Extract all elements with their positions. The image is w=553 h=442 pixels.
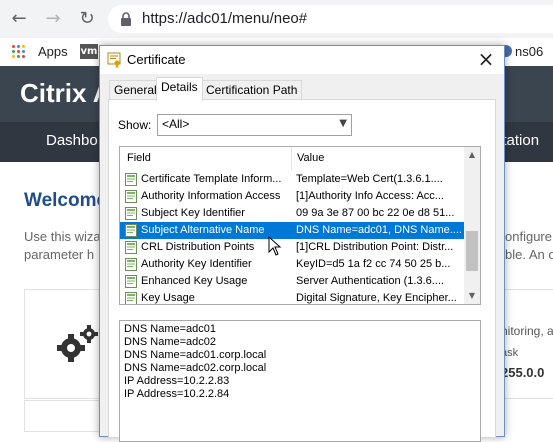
- close-icon[interactable]: ×: [472, 48, 500, 72]
- apps-grid-icon[interactable]: [12, 45, 26, 59]
- intro-text-line1-right: onfigure or: [505, 229, 553, 244]
- scroll-up-icon[interactable]: ▲: [464, 147, 480, 163]
- certificate-field-icon: [125, 190, 137, 203]
- bookmark-vm-icon[interactable]: vm: [80, 44, 98, 59]
- table-row[interactable]: Key Usage Digital Signature, Key Encipher…: [120, 290, 464, 304]
- subnet-card-value: 255.0.0: [501, 365, 545, 380]
- mouse-cursor-icon: [268, 236, 282, 256]
- address-bar[interactable]: https://adc01/menu/neo#: [108, 5, 553, 33]
- certificate-field-icon: [125, 258, 137, 271]
- intro-text-line1: Use this wiza: [24, 229, 101, 244]
- certificate-field-icon: [125, 207, 137, 220]
- certificate-field-icon: [125, 241, 137, 254]
- dialog-title: Certificate: [127, 52, 186, 67]
- field-value: Digital Signature, Key Encipher...: [296, 292, 457, 304]
- show-label: Show:: [118, 118, 152, 132]
- field-value: Template=Web Cert(1.3.6.1....: [296, 173, 443, 185]
- forward-arrow-icon[interactable]: →: [42, 8, 64, 30]
- gears-icon: [57, 325, 98, 362]
- back-arrow-icon[interactable]: ←: [8, 8, 30, 30]
- browser-toolbar: ← → ↻ https://adc01/menu/neo#: [0, 0, 553, 38]
- tab-general[interactable]: General: [109, 80, 162, 100]
- detail-line: DNS Name=adc01.corp.local: [124, 349, 267, 361]
- column-header-value[interactable]: Value: [297, 147, 324, 170]
- field-name: Key Usage: [141, 292, 195, 304]
- table-row[interactable]: CRL Distribution Points [1]CRL Distributi…: [120, 239, 464, 256]
- show-select-value: <All>: [162, 117, 190, 131]
- table-row[interactable]: Subject Alternative Name DNS Name=adc01, …: [120, 222, 464, 239]
- field-value: [1]Authority Info Access: Acc...: [296, 190, 444, 202]
- field-value: DNS Name=adc01, DNS Name....: [296, 224, 462, 236]
- field-value: KeyID=d5 1a f2 cc 74 50 25 b...: [296, 258, 451, 270]
- detail-line: DNS Name=adc02.corp.local: [124, 362, 267, 374]
- field-value: [1]CRL Distribution Point: Distr...: [296, 241, 454, 253]
- field-name: Authority Key Identifier: [141, 258, 252, 270]
- table-row[interactable]: Enhanced Key Usage Server Authentication …: [120, 273, 464, 290]
- lock-icon: [121, 12, 131, 26]
- column-separator[interactable]: [291, 147, 292, 170]
- certificate-field-icon: [125, 173, 137, 186]
- certificate-field-icon: [125, 275, 137, 288]
- column-header-field[interactable]: Field: [127, 147, 151, 170]
- table-row[interactable]: Authority Information Access [1]Authority…: [120, 188, 464, 205]
- certificate-dialog: Certificate × General Details Certificat…: [99, 45, 505, 442]
- reload-icon[interactable]: ↻: [76, 8, 98, 30]
- dialog-titlebar[interactable]: Certificate ×: [100, 46, 504, 74]
- chevron-down-icon: ▼: [339, 118, 347, 129]
- welcome-heading: Welcome: [24, 190, 108, 211]
- url-text: https://adc01/menu/neo#: [142, 10, 308, 27]
- fields-scrollbar[interactable]: ▲ ▼: [464, 147, 480, 304]
- field-value: Server Authentication (1.3.6....: [296, 275, 444, 287]
- show-select[interactable]: <All> ▼: [157, 114, 352, 136]
- intro-text-line2-right: ble. An ora: [505, 247, 553, 262]
- table-row[interactable]: Certificate Template Inform... Template=W…: [120, 171, 464, 188]
- field-detail-box[interactable]: DNS Name=adc01 DNS Name=adc02 DNS Name=adc…: [119, 320, 481, 442]
- table-row[interactable]: Authority Key Identifier KeyID=d5 1a f2 c…: [120, 256, 464, 273]
- detail-line: IP Address=10.2.2.83: [124, 375, 230, 387]
- field-name: Enhanced Key Usage: [141, 275, 248, 287]
- detail-line: IP Address=10.2.2.84: [124, 388, 230, 400]
- field-value: 09 9a 3e 87 00 bc 22 0e d8 51...: [296, 207, 455, 219]
- tab-details[interactable]: Details: [156, 77, 203, 101]
- field-name: Subject Key Identifier: [141, 207, 245, 219]
- intro-text-line2: parameter h: [24, 247, 95, 262]
- scroll-thumb[interactable]: [466, 231, 478, 271]
- certificate-icon: [107, 52, 121, 68]
- field-name: Authority Information Access: [141, 190, 281, 202]
- subnet-card-line1: nitoring, a: [501, 324, 553, 338]
- table-row[interactable]: Subject Key Identifier 09 9a 3e 87 00 bc …: [120, 205, 464, 222]
- tab-certification-path[interactable]: Certification Path: [201, 80, 303, 100]
- nav-dashboard[interactable]: Dashbo: [46, 132, 98, 149]
- bookmark-ns06[interactable]: ns06: [515, 44, 543, 59]
- field-name: Certificate Template Inform...: [141, 173, 282, 185]
- detail-line: DNS Name=adc02: [124, 336, 217, 348]
- detail-line: DNS Name=adc01: [124, 323, 217, 335]
- citrix-logo: Citrix A: [20, 78, 112, 108]
- certificate-field-icon: [125, 292, 137, 304]
- fields-list[interactable]: Field Value Certificate Template Inform.…: [119, 146, 481, 305]
- scroll-down-icon[interactable]: ▼: [464, 288, 480, 304]
- details-panel: Show: <All> ▼ Field Value Certificate Te…: [108, 99, 496, 442]
- bookmark-apps[interactable]: Apps: [38, 44, 68, 59]
- certificate-field-icon: [125, 224, 137, 237]
